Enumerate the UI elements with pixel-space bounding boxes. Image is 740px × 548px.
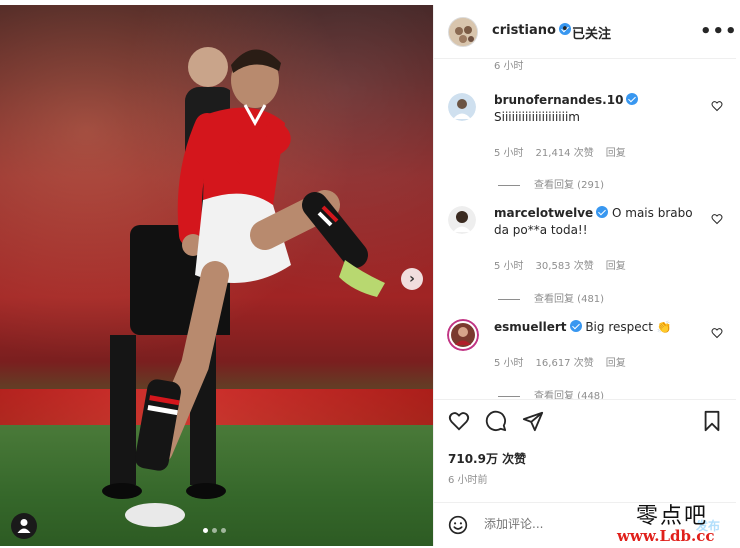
comment-username[interactable]: marcelotwelve [494,206,593,220]
heart-icon[interactable] [711,327,723,339]
author-username[interactable]: cristiano [492,23,571,38]
post-actions: 710.9万 次赞 6 小时前 [434,399,736,499]
view-replies-button[interactable]: 查看回复 (448) [498,387,604,399]
share-send-icon[interactable] [522,410,544,432]
like-count[interactable]: 710.9万 次赞 [448,450,526,467]
comment-time: 5 小时 [494,261,524,272]
avatar-image [449,18,477,46]
comment-likes[interactable]: 30,583 次赞 [536,261,594,272]
verified-badge-icon [596,206,609,218]
comments-list[interactable]: 6 小时 brunofernandes.10 Siiiiiiiiiiiiiiii… [434,60,736,399]
reply-button[interactable]: 回复 [606,148,626,159]
comment-text: Big respect 👏 [585,320,672,334]
comment-body: brunofernandes.10 Siiiiiiiiiiiiiiiiiiiim [494,92,694,126]
replies-divider [498,298,520,300]
post-media[interactable]: › [0,5,433,546]
commenter-avatar[interactable] [448,93,476,121]
bookmark-icon[interactable] [702,410,722,432]
carousel-indicator [203,528,226,533]
view-replies-label: 查看回复 (291) [534,180,605,191]
comment-username[interactable]: esmuellert [494,320,567,334]
next-slide-button[interactable]: › [401,268,423,290]
commenter-avatar[interactable] [448,206,476,234]
comment-meta: 5 小时 21,414 次赞 回复 [494,144,638,159]
post-time: 6 小时前 [448,475,488,486]
view-replies-label: 查看回复 (481) [534,294,605,305]
comment-body: esmuellert Big respect 👏 [494,319,704,336]
post-side-panel: cristiano • 已关注 ••• 6 小时 brunofernandes.… [433,5,738,546]
comment-likes[interactable]: 21,414 次赞 [536,148,594,159]
author-avatar[interactable] [448,17,478,47]
comment-meta: 5 小时 30,583 次赞 回复 [494,257,638,272]
tagged-users-button[interactable] [11,513,37,539]
replies-divider [498,184,520,186]
comment-body: marcelotwelve O mais brabo da po**a toda… [494,205,704,239]
comment-input[interactable] [484,517,624,531]
caption-timestamp: 6 小时 [494,61,524,72]
like-heart-icon[interactable] [448,410,470,432]
emoji-icon[interactable] [448,515,468,535]
carousel-dot [212,528,217,533]
comment-likes[interactable]: 16,617 次赞 [536,358,594,369]
post-header: cristiano • 已关注 ••• [434,5,738,59]
header-separator: • [561,22,569,37]
following-button[interactable]: 已关注 [572,23,611,42]
reply-button[interactable]: 回复 [606,358,626,369]
heart-icon[interactable] [711,213,723,225]
view-replies-label: 查看回复 (448) [534,391,605,399]
comment-meta: 5 小时 16,617 次赞 回复 [494,354,638,369]
more-horizontal-icon[interactable]: ••• [700,21,738,42]
watermark-text: 零点吧 [636,504,709,529]
comment-time: 5 小时 [494,358,524,369]
carousel-dot [203,528,208,533]
comment-username[interactable]: brunofernandes.10 [494,93,623,107]
carousel-dot [221,528,226,533]
view-replies-button[interactable]: 查看回复 (291) [498,176,604,191]
comment-time: 5 小时 [494,148,524,159]
comment-text: Siiiiiiiiiiiiiiiiiiiim [494,110,580,124]
user-icon [17,519,31,533]
view-replies-button[interactable]: 查看回复 (481) [498,290,604,305]
player-figure [125,49,385,527]
watermark-url: www.Ldb.cc [617,527,715,545]
commenter-avatar[interactable] [447,319,479,351]
verified-badge-icon [626,93,639,105]
heart-icon[interactable] [711,100,723,112]
replies-divider [498,395,520,397]
verified-badge-icon [569,320,582,332]
reply-button[interactable]: 回复 [606,261,626,272]
comment-bubble-icon[interactable] [485,410,507,432]
